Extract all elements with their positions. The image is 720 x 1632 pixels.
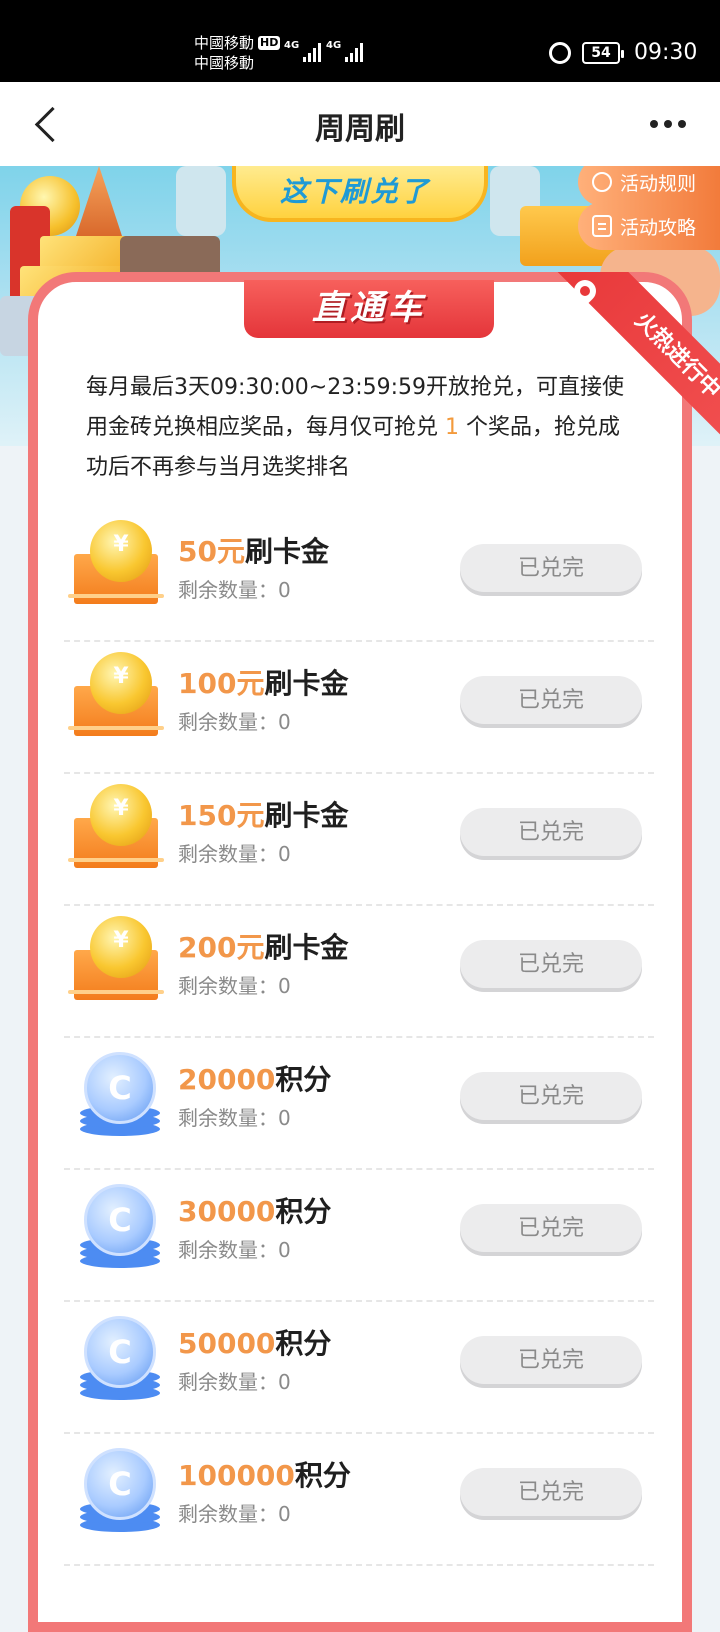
prize-name: 30000积分 xyxy=(178,1195,332,1228)
alarm-icon xyxy=(549,42,571,64)
prize-name: 50元刷卡金 xyxy=(178,535,329,568)
document-icon xyxy=(592,215,612,237)
points-coin-icon xyxy=(70,1180,162,1272)
nav-bar: 周周刷 xyxy=(0,82,720,166)
prize-name: 150元刷卡金 xyxy=(178,799,349,832)
status-ribbon: 火热进行中 xyxy=(520,272,720,472)
sold-out-button[interactable]: 已兑完 xyxy=(460,544,642,592)
signal-icon-2: 4G xyxy=(326,40,364,62)
prize-name: 50000积分 xyxy=(178,1327,332,1360)
activity-guide-button[interactable]: 活动攻略 xyxy=(578,202,720,250)
sold-out-button[interactable]: 已兑完 xyxy=(460,1336,642,1384)
gift-coin-icon xyxy=(68,916,164,1008)
points-coin-icon xyxy=(70,1444,162,1536)
remaining-count: 剩余数量：0 xyxy=(178,1370,291,1394)
remaining-count: 剩余数量：0 xyxy=(178,710,291,734)
banner-headline: 这下刷兑了 xyxy=(280,175,431,208)
remaining-count: 剩余数量：0 xyxy=(178,578,291,602)
prize-row: 150元刷卡金 剩余数量：0 已兑完 xyxy=(64,774,654,906)
card-tab-title: 直通车 xyxy=(244,280,494,338)
status-bar: 中國移動 HD 中國移動 4G 4G 54 09:30 xyxy=(0,0,720,82)
battery-icon: 54 xyxy=(582,42,624,64)
status-time: 09:30 xyxy=(634,40,698,65)
page-title: 周周刷 xyxy=(315,112,405,147)
clock-icon xyxy=(592,172,612,192)
gift-coin-icon xyxy=(68,520,164,612)
prize-row: 20000积分 剩余数量：0 已兑完 xyxy=(64,1038,654,1170)
remaining-count: 剩余数量：0 xyxy=(178,974,291,998)
sold-out-button[interactable]: 已兑完 xyxy=(460,808,642,856)
prize-name: 200元刷卡金 xyxy=(178,931,349,964)
prize-name: 100元刷卡金 xyxy=(178,667,349,700)
prize-row: 50元刷卡金 剩余数量：0 已兑完 xyxy=(64,510,654,642)
remaining-count: 剩余数量：0 xyxy=(178,1106,291,1130)
carrier-info: 中國移動 HD 中國移動 xyxy=(194,33,281,73)
remaining-count: 剩余数量：0 xyxy=(178,842,291,866)
limit-count: 1 xyxy=(445,415,460,440)
signal-icon-1: 4G xyxy=(284,40,322,62)
hd-badge: HD xyxy=(258,36,281,50)
prize-row: 30000积分 剩余数量：0 已兑完 xyxy=(64,1170,654,1302)
sold-out-button[interactable]: 已兑完 xyxy=(460,1468,642,1516)
remaining-count: 剩余数量：0 xyxy=(178,1238,291,1262)
carrier-name-2: 中國移動 xyxy=(194,54,255,72)
more-menu-icon[interactable] xyxy=(650,120,686,128)
prize-list: 50元刷卡金 剩余数量：0 已兑完 100元刷卡金 剩余数量：0 已兑完 150… xyxy=(64,510,654,1566)
prize-row: 50000积分 剩余数量：0 已兑完 xyxy=(64,1302,654,1434)
sold-out-button[interactable]: 已兑完 xyxy=(460,676,642,724)
sold-out-button[interactable]: 已兑完 xyxy=(460,940,642,988)
activity-rules-button[interactable]: 活动规则 xyxy=(578,166,720,206)
prize-row: 200元刷卡金 剩余数量：0 已兑完 xyxy=(64,906,654,1038)
remaining-count: 剩余数量：0 xyxy=(178,1502,291,1526)
cone-decoration xyxy=(76,166,122,236)
sold-out-button[interactable]: 已兑完 xyxy=(460,1072,642,1120)
sold-out-button[interactable]: 已兑完 xyxy=(460,1204,642,1252)
prize-row: 100000积分 剩余数量：0 已兑完 xyxy=(64,1434,654,1566)
carrier-name-1: 中國移動 xyxy=(194,34,255,52)
gift-coin-icon xyxy=(68,784,164,876)
points-coin-icon xyxy=(70,1048,162,1140)
prize-name: 100000积分 xyxy=(178,1459,351,1492)
prize-row: 100元刷卡金 剩余数量：0 已兑完 xyxy=(64,642,654,774)
gift-coin-icon xyxy=(68,652,164,744)
prize-name: 20000积分 xyxy=(178,1063,332,1096)
pillar-decoration xyxy=(176,166,226,236)
ribbon-label: 火热进行中 xyxy=(553,272,720,466)
points-coin-icon xyxy=(70,1312,162,1404)
